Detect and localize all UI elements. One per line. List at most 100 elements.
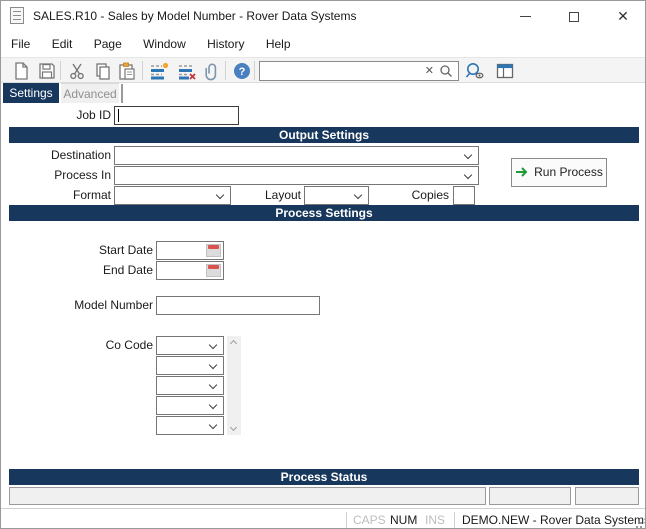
lookup-icon: [465, 63, 484, 79]
run-process-label: Run Process: [534, 165, 603, 179]
menu-history[interactable]: History: [198, 31, 253, 57]
menu-page[interactable]: Page: [85, 31, 131, 57]
delete-rows-icon: [179, 65, 196, 80]
close-button[interactable]: ✕: [602, 1, 644, 31]
search-icon[interactable]: [439, 64, 453, 81]
model-number-input[interactable]: [156, 296, 320, 315]
tab-divider: [121, 84, 123, 103]
minimize-button[interactable]: [504, 1, 546, 31]
new-document-icon: [15, 62, 28, 80]
co-code-scrollbar[interactable]: [227, 336, 241, 435]
copy-icon: [96, 63, 110, 80]
co-code-select-2[interactable]: [156, 356, 224, 375]
calendar-icon[interactable]: [206, 264, 221, 277]
co-code-label: Co Code: [105, 338, 153, 352]
help-button[interactable]: ?: [230, 60, 254, 82]
tab-advanced[interactable]: Advanced: [61, 83, 119, 103]
save-button[interactable]: [35, 60, 59, 82]
copy-button[interactable]: [91, 60, 115, 82]
chevron-down-icon: [208, 380, 218, 390]
layout-view-icon: [496, 63, 514, 79]
chevron-down-icon: [208, 340, 218, 350]
copies-input[interactable]: [453, 186, 475, 205]
process-status-header: Process Status: [9, 469, 639, 485]
menu-window[interactable]: Window: [134, 31, 195, 57]
menu-bar: File Edit Page Window History Help: [1, 31, 645, 57]
scroll-up-icon[interactable]: [229, 339, 238, 348]
job-id-label: Job ID: [76, 108, 111, 122]
clear-search-icon[interactable]: ✕: [425, 64, 434, 77]
status-field-main: [9, 487, 486, 505]
svg-text:?: ?: [239, 66, 246, 78]
insert-rows-icon: [151, 62, 169, 80]
process-settings-header: Process Settings: [9, 205, 639, 221]
window-title: SALES.R10 - Sales by Model Number - Rove…: [33, 9, 357, 23]
toolbar-search: ✕: [259, 61, 459, 81]
search-input[interactable]: [263, 63, 423, 79]
chevron-down-icon: [463, 150, 473, 160]
menu-file[interactable]: File: [1, 31, 39, 57]
paste-icon: [119, 62, 135, 80]
app-window: SALES.R10 - Sales by Model Number - Rove…: [0, 0, 646, 529]
save-icon: [39, 63, 55, 79]
status-field-2: [489, 487, 571, 505]
job-id-input[interactable]: [114, 106, 239, 125]
co-code-select-3[interactable]: [156, 376, 224, 395]
layout-label: Layout: [264, 188, 301, 202]
start-date-label: Start Date: [98, 243, 153, 257]
help-icon: ?: [234, 63, 250, 79]
chevron-down-icon: [208, 400, 218, 410]
model-number-label: Model Number: [74, 298, 153, 312]
menu-help[interactable]: Help: [257, 31, 300, 57]
co-code-select-1[interactable]: [156, 336, 224, 355]
layout-view-button[interactable]: [493, 60, 517, 82]
start-date-input[interactable]: [156, 241, 224, 260]
end-date-input[interactable]: [156, 261, 224, 280]
layout-select[interactable]: [304, 186, 369, 205]
output-settings-header: Output Settings: [9, 127, 639, 143]
cut-icon: [70, 63, 84, 80]
new-document-button[interactable]: [9, 60, 33, 82]
scroll-down-icon[interactable]: [229, 423, 238, 432]
run-arrow-icon: [516, 167, 528, 177]
insert-rows-button[interactable]: [147, 60, 171, 82]
chevron-down-icon: [463, 170, 473, 180]
status-field-3: [575, 487, 639, 505]
attachment-button[interactable]: [200, 60, 224, 82]
title-bar: SALES.R10 - Sales by Model Number - Rove…: [1, 1, 645, 31]
process-in-select[interactable]: [114, 166, 479, 185]
tab-settings[interactable]: Settings: [3, 83, 59, 103]
num-indicator: NUM: [390, 513, 418, 527]
chevron-down-icon: [208, 420, 218, 430]
caps-indicator: CAPS: [353, 513, 386, 527]
close-icon: ✕: [617, 8, 629, 24]
minimize-icon: [519, 16, 531, 18]
ins-indicator: INS: [425, 513, 446, 527]
toolbar: ? ✕: [1, 57, 645, 83]
calendar-icon[interactable]: [206, 244, 221, 257]
end-date-label: End Date: [102, 263, 153, 277]
format-label: Format: [72, 188, 111, 202]
cut-button[interactable]: [65, 60, 89, 82]
maximize-button[interactable]: [553, 1, 595, 31]
process-in-label: Process In: [54, 168, 111, 182]
lookup-button[interactable]: [463, 60, 487, 82]
format-select[interactable]: [114, 186, 231, 205]
chevron-down-icon: [208, 360, 218, 370]
attachment-icon: [205, 63, 217, 81]
status-bar: CAPS NUM INS DEMO.NEW - Rover Data Syste…: [1, 508, 646, 528]
text-caret: [118, 109, 119, 122]
destination-select[interactable]: [114, 146, 479, 165]
co-code-select-4[interactable]: [156, 396, 224, 415]
copies-label: Copies: [411, 188, 449, 202]
resize-grip[interactable]: [632, 518, 642, 528]
delete-rows-button[interactable]: [175, 60, 199, 82]
statusbar-divider: [346, 512, 347, 528]
app-icon: [10, 7, 24, 24]
menu-edit[interactable]: Edit: [43, 31, 82, 57]
co-code-select-5[interactable]: [156, 416, 224, 435]
paste-button[interactable]: [115, 60, 139, 82]
session-label: DEMO.NEW - Rover Data Systems: [462, 513, 646, 527]
run-process-button[interactable]: Run Process: [511, 158, 607, 187]
destination-label: Destination: [50, 148, 111, 162]
